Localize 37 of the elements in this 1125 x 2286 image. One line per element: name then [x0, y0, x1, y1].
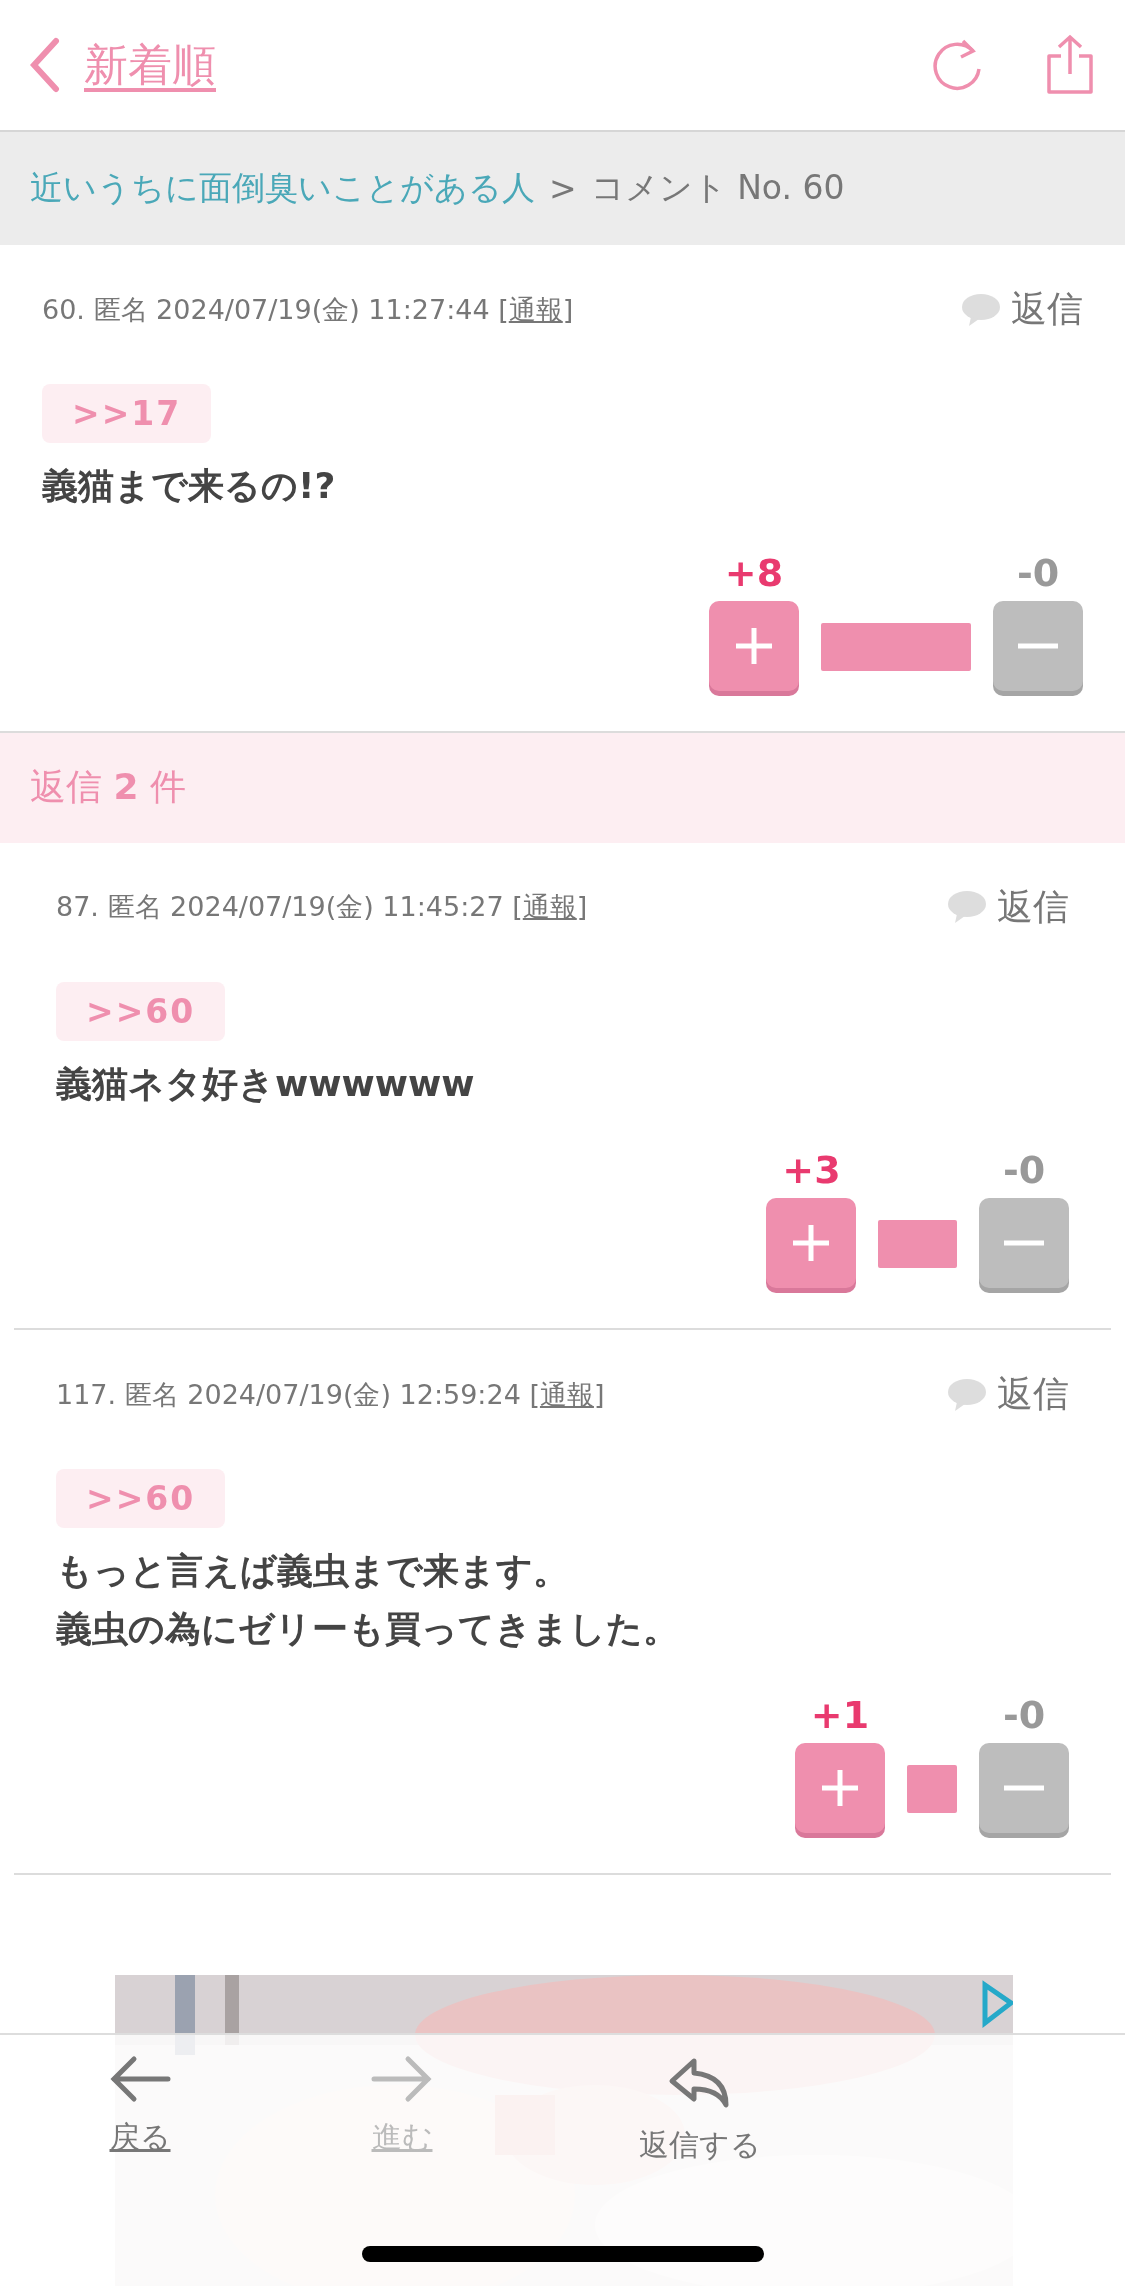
minus-icon: [1002, 1239, 1046, 1248]
topic-link[interactable]: 近いうちに面倒臭いことがある人: [30, 166, 535, 211]
reply-link[interactable]: 返信: [961, 285, 1083, 334]
left-arrow-icon: [108, 2055, 172, 2103]
minus-count: -0: [1002, 1148, 1046, 1193]
plus-count: +8: [724, 550, 784, 595]
report-link[interactable]: 通報: [522, 891, 577, 923]
minus-icon: [1002, 1784, 1046, 1793]
minus-count: -0: [1016, 550, 1060, 595]
comment-meta: 117. 匿名 2024/07/19(金) 12:59:24 [通報]: [56, 1377, 605, 1412]
speech-bubble-icon: [961, 292, 1001, 327]
report-link[interactable]: 通報: [508, 293, 563, 325]
breadcrumb-current: コメント No. 60: [590, 167, 845, 209]
plus-count: +3: [782, 1148, 841, 1193]
breadcrumb-separator: >: [549, 169, 577, 208]
comment-line: 義猫ネタ好きwwwwww: [56, 1061, 476, 1106]
replies-header: 返信 2 件: [0, 732, 1125, 843]
chevron-left-icon: [30, 37, 60, 93]
reply-nav-button[interactable]: 返信する: [584, 2055, 816, 2286]
back-link[interactable]: 新着順: [30, 35, 216, 95]
report-link[interactable]: 通報: [539, 1378, 594, 1410]
vote-bar: [907, 1765, 957, 1814]
comment-meta: 60. 匿名 2024/07/19(金) 11:27:44 [通報]: [42, 292, 574, 327]
comment-line: もっと言えば義虫まで来ます。: [56, 1549, 570, 1594]
plus-count: +1: [810, 1693, 870, 1738]
speech-bubble-icon: [947, 890, 987, 925]
comment-line: 義虫の為にゼリーも買ってきました。: [56, 1606, 680, 1651]
comment-line: 義猫まで来るの!?: [42, 464, 337, 508]
back-nav-button[interactable]: 戻る: [60, 2055, 220, 2286]
reply-link[interactable]: 返信: [947, 882, 1069, 932]
speech-bubble-icon: [947, 1377, 987, 1412]
comment-meta: 87. 匿名 2024/07/19(金) 11:45:27 [通報]: [56, 890, 588, 925]
share-icon[interactable]: [1045, 34, 1095, 96]
reply-link[interactable]: 返信: [947, 1370, 1069, 1420]
right-arrow-icon: [370, 2055, 434, 2103]
minus-count: -0: [1002, 1693, 1046, 1738]
minus-icon: [1016, 641, 1060, 650]
